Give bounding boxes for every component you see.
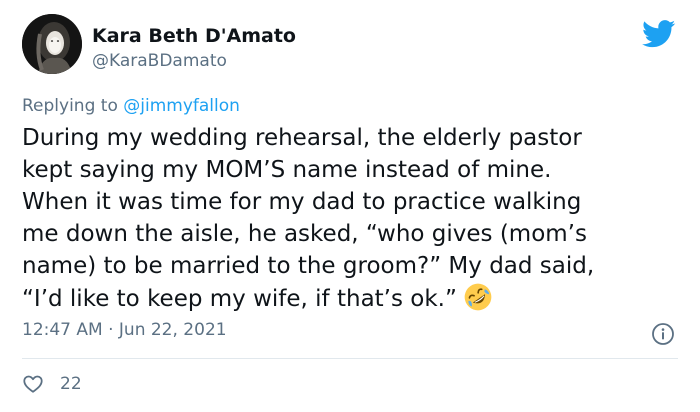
tweet-line: “I’d like to keep my wife, if that’s ok.… [22, 286, 457, 312]
profile-photo [22, 14, 82, 74]
tweet-line-last: “I’d like to keep my wife, if that’s ok.… [22, 282, 682, 315]
tweet-line: When it was time for my dad to practice … [22, 189, 582, 215]
tweet-line: kept saying my MOM’S name instead of min… [22, 157, 552, 183]
reply-mention-link[interactable]: @jimmyfallon [123, 96, 240, 116]
tweet-line: me down the aisle, he asked, “who gives … [22, 221, 587, 247]
avatar[interactable] [22, 14, 82, 74]
tweet-line: name) to be married to the groom?” My da… [22, 253, 595, 279]
info-icon[interactable] [651, 322, 675, 346]
tweet-timestamp[interactable]: 12:47 AM · Jun 22, 2021 [22, 320, 227, 340]
reply-context: Replying to @jimmyfallon [22, 96, 240, 116]
twitter-bird-icon[interactable] [642, 20, 676, 48]
rolling-on-floor-laughing-emoji [464, 283, 492, 311]
like-action[interactable]: 22 [22, 372, 82, 396]
user-handle[interactable]: @KaraBDamato [92, 51, 227, 71]
heart-icon[interactable] [22, 373, 44, 395]
like-count: 22 [60, 374, 82, 394]
reply-prefix: Replying to [22, 96, 124, 116]
display-name[interactable]: Kara Beth D'Amato [92, 25, 296, 47]
divider [22, 358, 678, 359]
tweet-line: During my wedding rehearsal, the elderly… [22, 125, 582, 151]
tweet-text: During my wedding rehearsal, the elderly… [22, 122, 682, 315]
